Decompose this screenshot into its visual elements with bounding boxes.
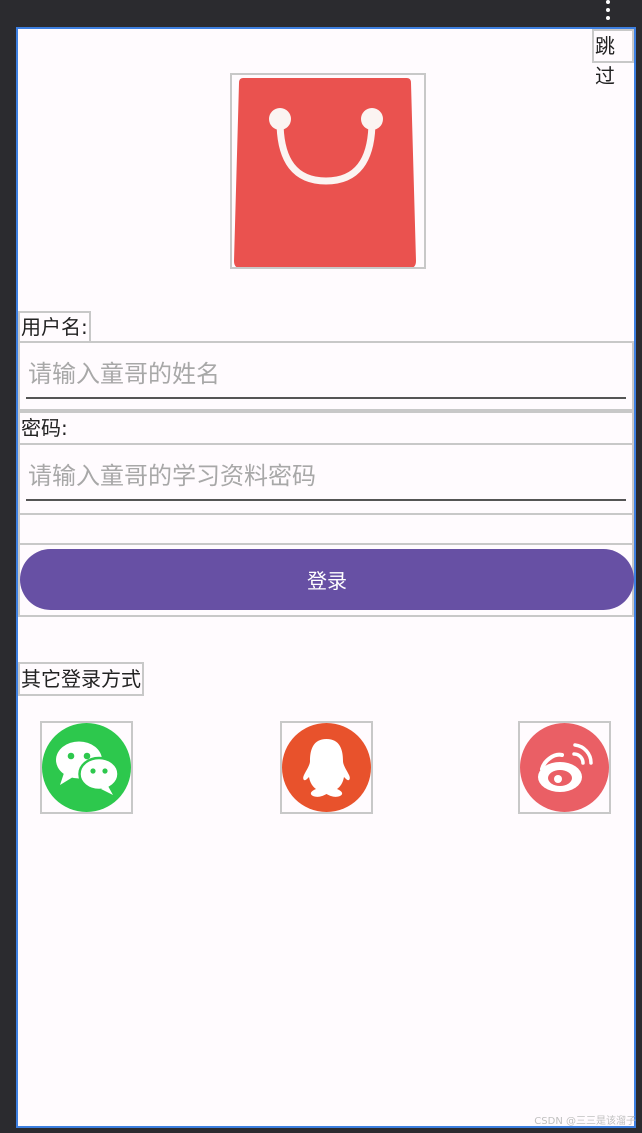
login-screen: 跳过 用户名: 密码: 登录 其它登录方式 [16,27,636,1128]
overflow-menu-icon[interactable] [598,0,618,20]
spacer-row [18,513,634,545]
username-field-container [18,341,634,411]
watermark: CSDN @三三是该溜子 [534,1116,636,1127]
other-login-label: 其它登录方式 [18,662,144,696]
login-button[interactable]: 登录 [20,549,634,610]
password-label: 密码: [18,411,634,445]
password-field-container [18,443,634,515]
weibo-login-button[interactable] [518,721,611,814]
login-button-container: 登录 [18,543,634,617]
shopping-bag-icon [234,78,416,268]
weibo-icon [520,723,609,812]
username-label: 用户名: [18,311,91,343]
password-input[interactable] [26,453,626,501]
skip-button[interactable]: 跳过 [592,29,634,88]
wechat-login-button[interactable] [40,721,133,814]
qq-icon [282,723,371,812]
username-input[interactable] [26,351,626,399]
wechat-icon [42,723,131,812]
qq-login-button[interactable] [280,721,373,814]
app-logo [230,73,426,269]
